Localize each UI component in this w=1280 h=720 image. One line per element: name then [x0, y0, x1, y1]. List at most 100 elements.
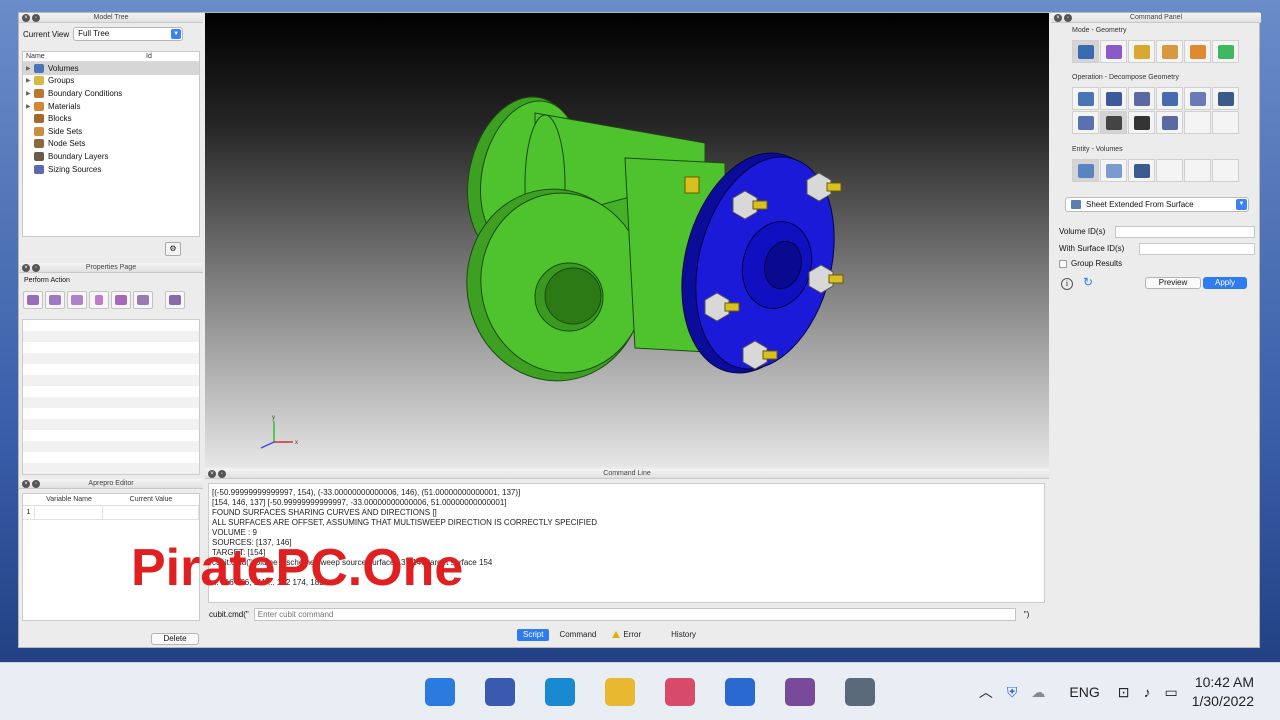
property-tool-2[interactable]: [45, 291, 65, 309]
tool-button[interactable]: [1156, 40, 1183, 63]
close-icon[interactable]: ×: [208, 470, 216, 478]
tool-button[interactable]: [1100, 87, 1127, 110]
tool-button[interactable]: [1128, 40, 1155, 63]
tool-button[interactable]: [1128, 111, 1155, 134]
taskbar-app[interactable]: [838, 675, 882, 709]
volume-ids-input[interactable]: [1115, 225, 1255, 238]
tab-error[interactable]: Error: [606, 629, 647, 641]
tree-col-name[interactable]: Name: [26, 53, 45, 60]
taskbar-app[interactable]: [538, 675, 582, 709]
tab-history[interactable]: History: [665, 629, 702, 641]
method-select[interactable]: Sheet Extended From Surface ▼: [1065, 197, 1249, 212]
expand-arrow-icon[interactable]: ▶: [26, 103, 34, 110]
tool-button[interactable]: [1100, 111, 1127, 134]
current-value-cell[interactable]: [103, 506, 199, 520]
tree-node-icon: [34, 76, 44, 86]
float-icon[interactable]: ◦: [32, 480, 40, 488]
tool-button[interactable]: [1072, 40, 1099, 63]
taskbar-app[interactable]: [718, 675, 762, 709]
taskbar-app[interactable]: [478, 675, 522, 709]
tree-node-icon: [34, 126, 44, 136]
apply-button[interactable]: Apply: [1203, 277, 1247, 289]
tool-button[interactable]: [1212, 40, 1239, 63]
float-icon[interactable]: ◦: [32, 14, 40, 22]
tool-button[interactable]: [1156, 87, 1183, 110]
tool-button[interactable]: [1072, 87, 1099, 110]
tool-button[interactable]: [1072, 111, 1099, 134]
start-icon: [425, 678, 455, 706]
graphics-viewport[interactable]: y x: [205, 13, 1049, 467]
close-icon[interactable]: ×: [22, 14, 30, 22]
aprepro-header: Variable Name Current Value: [23, 494, 199, 506]
tree-node-icon: [34, 63, 44, 73]
close-icon[interactable]: ×: [22, 480, 30, 488]
float-icon[interactable]: ◦: [32, 264, 40, 272]
tab-command[interactable]: Command: [553, 629, 602, 641]
tree-item-boundary-conditions[interactable]: ▶ Boundary Conditions: [23, 87, 199, 100]
command-input[interactable]: [253, 607, 1016, 621]
current-value-col[interactable]: Current Value: [103, 494, 199, 505]
variable-name-cell[interactable]: [35, 506, 103, 520]
tool-button[interactable]: [1212, 87, 1239, 110]
tool-button[interactable]: [1072, 159, 1099, 182]
property-tool-5[interactable]: [111, 291, 131, 309]
expand-arrow-icon[interactable]: ▶: [26, 90, 34, 97]
tree-item-boundary-layers[interactable]: Boundary Layers: [23, 150, 199, 163]
clock[interactable]: 10:42 AM 1/30/2022: [1192, 673, 1254, 711]
expand-arrow-icon[interactable]: ▶: [26, 65, 34, 72]
cloud-icon[interactable]: ☁: [1031, 684, 1045, 701]
info-icon[interactable]: i: [1061, 278, 1073, 290]
reset-icon[interactable]: ↻: [1083, 275, 1093, 289]
close-icon[interactable]: ×: [1054, 14, 1062, 22]
group-results-checkbox[interactable]: [1059, 259, 1067, 268]
variable-name-col[interactable]: Variable Name: [35, 494, 103, 505]
close-icon[interactable]: ×: [22, 264, 30, 272]
property-tool-1[interactable]: [23, 291, 43, 309]
output-line: VOLUME : 9: [212, 528, 257, 537]
unite-icon: [1189, 91, 1206, 106]
property-tool-4[interactable]: [89, 291, 109, 309]
float-icon[interactable]: ◦: [218, 470, 226, 478]
tool-button[interactable]: [1128, 159, 1155, 182]
taskbar-app[interactable]: [778, 675, 822, 709]
current-view-select[interactable]: Full Tree ▼: [73, 27, 184, 41]
expand-arrow-icon[interactable]: ▶: [26, 77, 34, 84]
tree-item-sizing-sources[interactable]: Sizing Sources: [23, 163, 199, 176]
tool-button[interactable]: [1184, 40, 1211, 63]
preview-button[interactable]: Preview: [1145, 277, 1201, 289]
property-tool-3[interactable]: [67, 291, 87, 309]
tree-item-label: Groups: [48, 76, 75, 86]
tree-item-groups[interactable]: ▶ Groups: [23, 75, 199, 88]
tool-button[interactable]: [1128, 87, 1155, 110]
tree-item-volumes[interactable]: ▶ Volumes: [23, 62, 199, 75]
taskbar-app[interactable]: [598, 675, 642, 709]
tree-item-blocks[interactable]: Blocks: [23, 112, 199, 125]
tree-col-id[interactable]: Id: [146, 53, 152, 60]
tool-button[interactable]: [1100, 159, 1127, 182]
tool-button[interactable]: [1100, 40, 1127, 63]
delete-button[interactable]: Delete: [151, 633, 199, 645]
taskbar-app[interactable]: [418, 675, 462, 709]
table-row[interactable]: 1: [23, 506, 199, 520]
surface-ids-input[interactable]: [1139, 242, 1255, 255]
tree-item-materials[interactable]: ▶ Materials: [23, 100, 199, 113]
language-indicator[interactable]: ENG: [1069, 684, 1099, 700]
tool-button[interactable]: [1184, 87, 1211, 110]
taskbar-app[interactable]: [658, 675, 702, 709]
defender-icon[interactable]: ⛨: [1007, 684, 1018, 701]
tree-item-node-sets[interactable]: Node Sets: [23, 138, 199, 151]
battery-icon[interactable]: ▭: [1164, 684, 1177, 701]
tree-item-side-sets[interactable]: Side Sets: [23, 125, 199, 138]
model-tree-title: Model Tree: [93, 14, 129, 21]
property-tool-6[interactable]: [133, 291, 153, 309]
group-results-label: Group Results: [1071, 259, 1123, 268]
network-icon[interactable]: ⊡: [1118, 684, 1130, 701]
tree-filter-button[interactable]: ⚙: [165, 242, 181, 256]
tab-script[interactable]: Script: [517, 629, 550, 641]
tool-button[interactable]: [1156, 111, 1183, 134]
command-closing: "): [1023, 609, 1030, 619]
chevron-up-icon[interactable]: ︿: [979, 682, 993, 702]
float-icon[interactable]: ◦: [1064, 14, 1072, 22]
property-tool-7[interactable]: [165, 291, 185, 309]
volume-icon[interactable]: ♪: [1143, 684, 1150, 700]
